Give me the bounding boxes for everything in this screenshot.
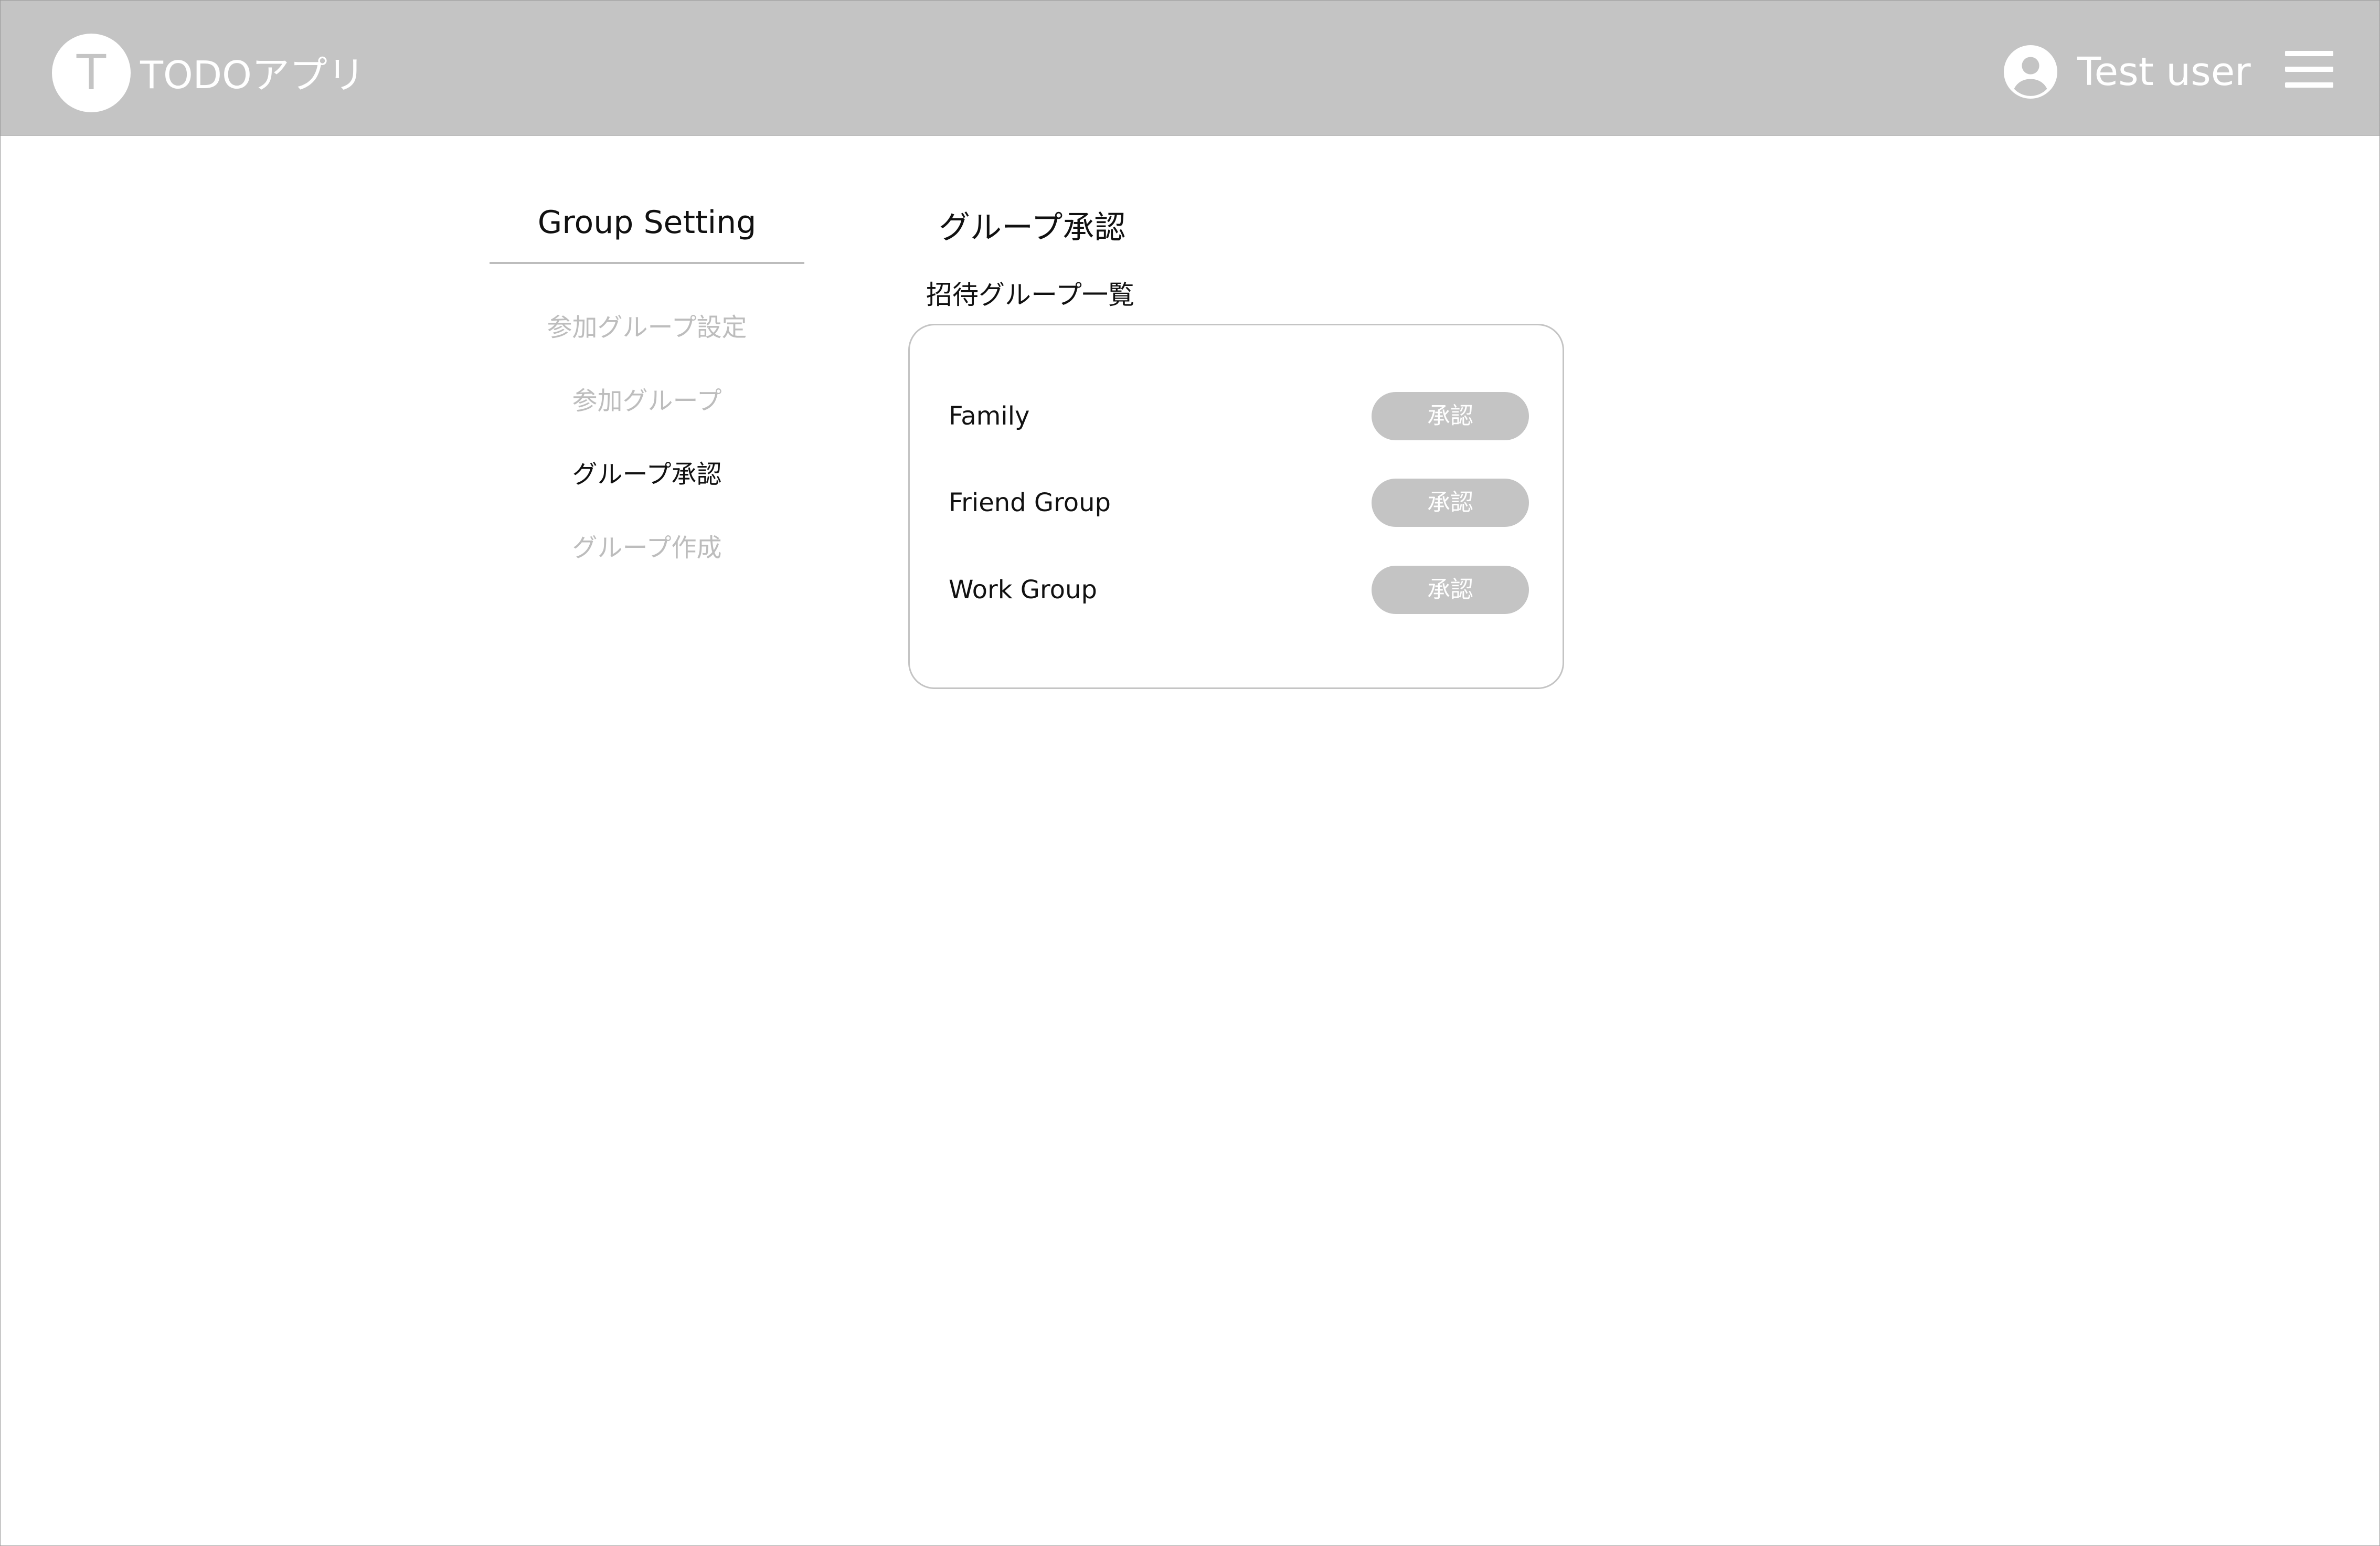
hamburger-line: [2285, 51, 2333, 56]
page-title: グループ承認: [939, 209, 1126, 246]
list-item: Work Group 承認: [910, 566, 1566, 614]
group-name: Family: [949, 401, 1030, 431]
approve-button[interactable]: 承認: [1372, 479, 1529, 527]
app-page: T TODOアプリ Test user Group Setting 参加グループ…: [0, 0, 2380, 1546]
hamburger-line: [2285, 82, 2333, 88]
approve-button[interactable]: 承認: [1372, 566, 1529, 614]
approve-button[interactable]: 承認: [1372, 392, 1529, 440]
app-title: TODOアプリ: [140, 53, 365, 97]
user-name[interactable]: Test user: [2077, 46, 2251, 98]
app-logo[interactable]: T: [52, 34, 131, 112]
hamburger-line: [2285, 67, 2333, 72]
logo-letter: T: [76, 45, 107, 101]
sidebar-item-create-group[interactable]: グループ作成: [490, 530, 804, 566]
list-item: Family 承認: [910, 392, 1566, 440]
sidebar-item-group-approval[interactable]: グループ承認: [490, 456, 804, 493]
account-circle-icon[interactable]: [2004, 45, 2057, 99]
sidebar-item-joined-group-settings[interactable]: 参加グループ設定: [490, 309, 804, 346]
sidebar-title: Group Setting: [537, 204, 757, 241]
list-item: Friend Group 承認: [910, 479, 1566, 527]
invited-groups-label: 招待グループ一覧: [926, 280, 1134, 310]
group-name: Friend Group: [949, 488, 1111, 517]
app-header: T TODOアプリ Test user: [1, 1, 2379, 136]
group-name: Work Group: [949, 575, 1097, 605]
invited-groups-card: Family 承認 Friend Group 承認 Work Group 承認: [908, 324, 1564, 689]
hamburger-menu-icon[interactable]: [2285, 51, 2333, 88]
sidebar-divider: [490, 262, 804, 264]
sidebar-item-joined-groups[interactable]: 参加グループ: [490, 383, 804, 419]
